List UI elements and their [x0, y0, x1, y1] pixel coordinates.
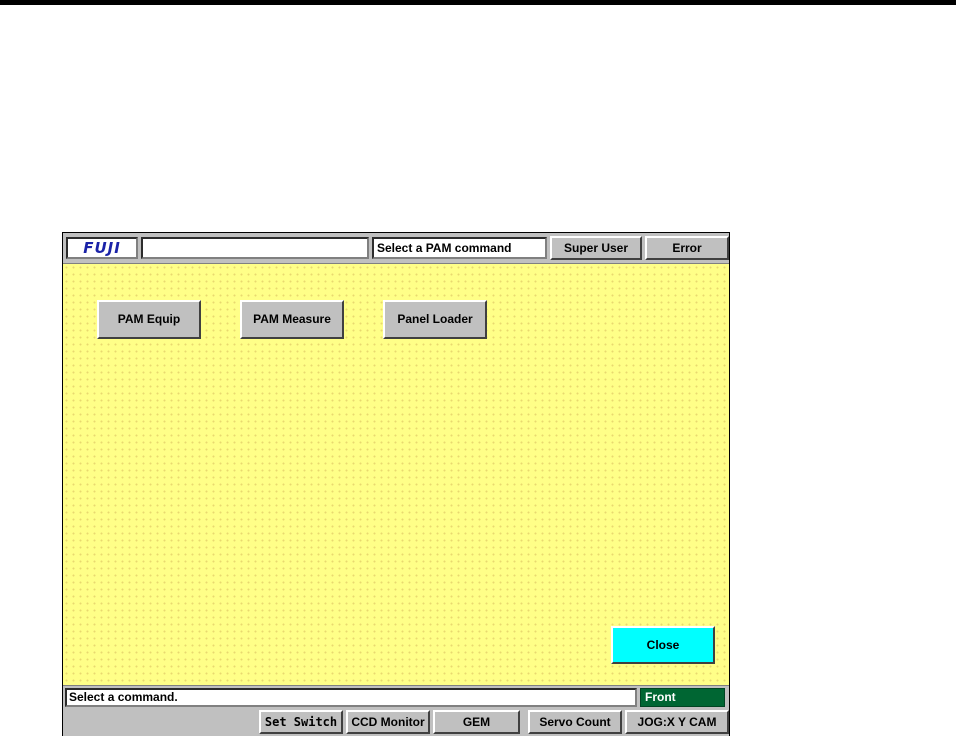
- bottom-toolbar: Set Switch CCD Monitor GEM Servo Count J…: [63, 709, 729, 737]
- ccd-monitor-button[interactable]: CCD Monitor: [346, 710, 430, 734]
- fuji-logo: FUJI: [66, 237, 138, 259]
- servo-count-button[interactable]: Servo Count: [528, 710, 622, 734]
- close-button[interactable]: Close: [611, 626, 715, 664]
- prompt-display: Select a PAM command: [372, 237, 547, 259]
- pam-measure-button[interactable]: PAM Measure: [240, 300, 344, 339]
- title-bar: FUJI Select a PAM command Super User Err…: [63, 233, 729, 263]
- jog-xy-cam-button[interactable]: JOG:X Y CAM: [625, 710, 729, 734]
- title-field: [141, 237, 369, 259]
- pam-equip-button[interactable]: PAM Equip: [97, 300, 201, 339]
- top-border-bar: [0, 0, 956, 5]
- status-message: Select a command.: [65, 688, 637, 707]
- status-row: Select a command. Front: [63, 686, 729, 708]
- panel-loader-button[interactable]: Panel Loader: [383, 300, 487, 339]
- command-panel: PAM Equip PAM Measure Panel Loader Close: [63, 263, 729, 686]
- error-button[interactable]: Error: [645, 236, 729, 260]
- pam-command-window: FUJI Select a PAM command Super User Err…: [62, 232, 730, 736]
- super-user-button[interactable]: Super User: [550, 236, 642, 260]
- gem-button[interactable]: GEM: [433, 710, 520, 734]
- set-switch-button[interactable]: Set Switch: [259, 710, 343, 734]
- mode-indicator: Front: [640, 688, 725, 707]
